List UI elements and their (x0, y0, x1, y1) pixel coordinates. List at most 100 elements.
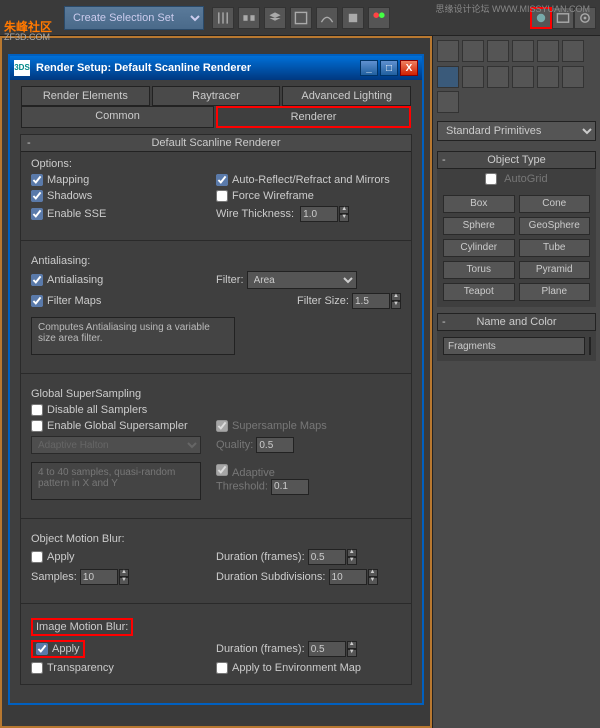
motion-tab-icon[interactable] (512, 40, 534, 62)
quality-spinner (256, 437, 294, 453)
selection-set-dropdown[interactable]: Create Selection Set (64, 6, 204, 30)
create-tab-icon[interactable] (437, 40, 459, 62)
schematic-icon[interactable] (342, 7, 364, 29)
autoreflect-checkbox[interactable] (216, 174, 228, 186)
category-dropdown[interactable]: Standard Primitives (437, 121, 596, 141)
omb-header: Object Motion Blur: (31, 533, 401, 545)
color-swatch[interactable] (589, 337, 591, 355)
shapes-icon[interactable] (462, 66, 484, 88)
threshold-spinner (271, 479, 309, 495)
antialiasing-label: Antialiasing (47, 274, 103, 286)
forcewire-checkbox[interactable] (216, 190, 228, 202)
primitive-tube-button[interactable]: Tube (519, 239, 591, 257)
enablesse-label: Enable SSE (47, 208, 106, 220)
omb-samples-spinner[interactable] (80, 569, 118, 585)
layer-mgr-icon[interactable] (290, 7, 312, 29)
filter-label: Filter: (216, 274, 244, 286)
enablesse-checkbox[interactable] (31, 208, 43, 220)
curve-editor-icon[interactable] (316, 7, 338, 29)
forcewire-label: Force Wireframe (232, 190, 314, 202)
watermark-forum: 思缘设计论坛 WWW.MISSYUAN.COM (436, 2, 591, 15)
primitive-sphere-button[interactable]: Sphere (443, 217, 515, 235)
imb-duration-spinner[interactable] (308, 641, 346, 657)
filter-description: Computes Antialiasing using a variable s… (31, 317, 235, 355)
layers-icon[interactable] (264, 7, 286, 29)
spin-down[interactable]: ▼ (339, 214, 349, 222)
wirethick-label: Wire Thickness: (216, 208, 294, 220)
primitive-pyramid-button[interactable]: Pyramid (519, 261, 591, 279)
geometry-icon[interactable] (437, 66, 459, 88)
tab-advanced-lighting[interactable]: Advanced Lighting (282, 86, 411, 106)
cameras-icon[interactable] (512, 66, 534, 88)
omb-duration-spinner[interactable] (308, 549, 346, 565)
primitive-plane-button[interactable]: Plane (519, 283, 591, 301)
filtersize-label: Filter Size: (297, 295, 349, 307)
imb-duration-label: Duration (frames): (216, 643, 305, 655)
mapping-checkbox[interactable] (31, 174, 43, 186)
spacewarps-icon[interactable] (562, 66, 584, 88)
autoreflect-label: Auto-Reflect/Refract and Mirrors (232, 174, 390, 186)
enable-global-label: Enable Global Supersampler (47, 420, 188, 432)
omb-samples-label: Samples: (31, 571, 77, 583)
imb-transparency-checkbox[interactable] (31, 662, 43, 674)
imb-apply-label: Apply (52, 643, 80, 655)
tab-raytracer[interactable]: Raytracer (152, 86, 281, 106)
primitive-cylinder-button[interactable]: Cylinder (443, 239, 515, 257)
supersample-maps-label: Supersample Maps (232, 420, 327, 432)
utilities-tab-icon[interactable] (562, 40, 584, 62)
imb-applyenv-label: Apply to Environment Map (232, 662, 361, 674)
tab-renderer[interactable]: Renderer (216, 106, 411, 128)
enable-global-checkbox[interactable] (31, 420, 43, 432)
scanline-header[interactable]: Default Scanline Renderer (21, 135, 411, 152)
hierarchy-tab-icon[interactable] (487, 40, 509, 62)
filtermaps-label: Filter Maps (47, 295, 101, 307)
wirethick-spinner[interactable] (300, 206, 338, 222)
close-button[interactable]: X (400, 60, 418, 76)
material-editor-icon[interactable] (368, 7, 390, 29)
object-type-header[interactable]: Object Type (437, 151, 596, 169)
omb-subdiv-spinner[interactable] (329, 569, 367, 585)
name-color-rollout: Name and Color (437, 313, 596, 361)
object-type-rollout: Object Type AutoGrid BoxConeSphereGeoSph… (437, 151, 596, 307)
display-tab-icon[interactable] (537, 40, 559, 62)
primitive-cone-button[interactable]: Cone (519, 195, 591, 213)
options-header: Options: (31, 158, 401, 170)
mirror-icon[interactable] (212, 7, 234, 29)
omb-subdiv-label: Duration Subdivisions: (216, 571, 325, 583)
imb-apply-checkbox[interactable] (36, 643, 48, 655)
omb-apply-checkbox[interactable] (31, 551, 43, 563)
app-icon: 3DS (14, 60, 30, 76)
primitive-teapot-button[interactable]: Teapot (443, 283, 515, 301)
primitive-torus-button[interactable]: Torus (443, 261, 515, 279)
primitive-box-button[interactable]: Box (443, 195, 515, 213)
minimize-button[interactable]: _ (360, 60, 378, 76)
align-icon[interactable] (238, 7, 260, 29)
spin-up[interactable]: ▲ (339, 206, 349, 214)
tab-common[interactable]: Common (21, 106, 214, 128)
adaptive-checkbox (216, 464, 228, 476)
tab-render-elements[interactable]: Render Elements (21, 86, 150, 106)
antialiasing-checkbox[interactable] (31, 274, 43, 286)
filtermaps-checkbox[interactable] (31, 295, 43, 307)
name-color-header[interactable]: Name and Color (437, 313, 596, 331)
lights-icon[interactable] (487, 66, 509, 88)
filtersize-spinner[interactable] (352, 293, 390, 309)
command-panel: Standard Primitives Object Type AutoGrid… (432, 36, 600, 728)
shadows-checkbox[interactable] (31, 190, 43, 202)
maximize-button[interactable]: □ (380, 60, 398, 76)
threshold-label: Threshold: (216, 480, 268, 492)
dialog-titlebar[interactable]: 3DS Render Setup: Default Scanline Rende… (10, 56, 422, 80)
sampler-description: 4 to 40 samples, quasi-random pattern in… (31, 462, 201, 500)
object-name-input[interactable] (443, 337, 585, 355)
disable-samplers-checkbox[interactable] (31, 404, 43, 416)
filter-dropdown[interactable]: Area (247, 271, 357, 289)
render-setup-dialog: 3DS Render Setup: Default Scanline Rende… (8, 54, 424, 705)
primitive-geosphere-button[interactable]: GeoSphere (519, 217, 591, 235)
autogrid-checkbox[interactable] (485, 173, 497, 185)
helpers-icon[interactable] (537, 66, 559, 88)
imb-applyenv-checkbox[interactable] (216, 662, 228, 674)
sampler-method-dropdown: Adaptive Halton (31, 436, 201, 454)
systems-icon[interactable] (437, 91, 459, 113)
imb-transparency-label: Transparency (47, 662, 114, 674)
modify-tab-icon[interactable] (462, 40, 484, 62)
